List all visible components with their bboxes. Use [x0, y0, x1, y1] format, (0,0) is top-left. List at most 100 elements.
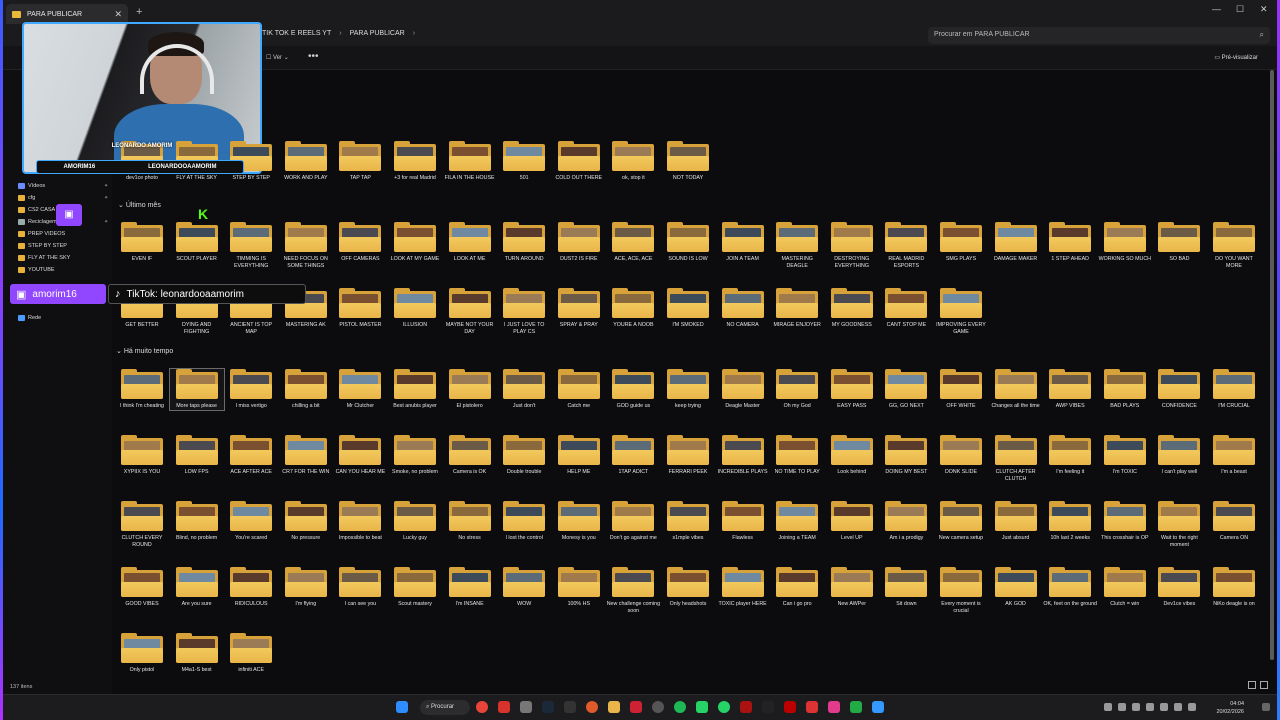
- new-tab-button[interactable]: +: [136, 6, 142, 18]
- folder-item[interactable]: Deagle Master: [716, 369, 770, 410]
- whatsapp-web-icon[interactable]: [718, 701, 730, 713]
- tiles-view-button[interactable]: [1260, 681, 1268, 689]
- spotify-icon[interactable]: [674, 701, 686, 713]
- folder-item[interactable]: New camera setup: [934, 501, 988, 542]
- obs-icon[interactable]: [586, 701, 598, 713]
- folder-item[interactable]: Scout mastery: [388, 567, 442, 608]
- folder-item[interactable]: MASTERING DEAGLE: [770, 222, 824, 270]
- folder-item[interactable]: infiniti ACE: [224, 633, 278, 674]
- folder-item[interactable]: CLUTCH AFTER CLUTCH: [989, 435, 1043, 483]
- folder-item[interactable]: +3 for real Madrid: [388, 141, 442, 182]
- preview-pane-button[interactable]: ▭ Pré-visualizar: [1214, 54, 1258, 61]
- sidebar-item-prep-videos[interactable]: PREP VIDEOS: [18, 231, 65, 237]
- whatsapp-icon[interactable]: [696, 701, 708, 713]
- taskbar-clock[interactable]: 04:04 20/02/2026: [1216, 700, 1244, 716]
- folder-item[interactable]: I'm feeling it: [1043, 435, 1097, 476]
- group-header-long-ago[interactable]: ⌄ Há muito tempo: [116, 347, 173, 355]
- folder-item[interactable]: MIRAGE ENJOYER: [770, 288, 824, 329]
- folder-item[interactable]: Level UP: [825, 501, 879, 542]
- folder-item[interactable]: You're scared: [224, 501, 278, 542]
- scrollbar-thumb[interactable]: [1270, 70, 1274, 660]
- folder-item[interactable]: Mr Clutcher: [333, 369, 387, 410]
- folder-item[interactable]: Sit down: [879, 567, 933, 608]
- folder-item[interactable]: DOING MY BEST: [879, 435, 933, 476]
- folder-item[interactable]: Flawless: [716, 501, 770, 542]
- minimize-button[interactable]: —: [1212, 4, 1221, 14]
- folder-item[interactable]: I'M SMOKED: [661, 288, 715, 329]
- folder-item[interactable]: LOW FPS: [170, 435, 224, 476]
- chrome-icon[interactable]: [476, 701, 488, 713]
- folder-item[interactable]: New AWPer: [825, 567, 879, 608]
- folder-item[interactable]: I can see you: [333, 567, 387, 608]
- sidebar-item-videos[interactable]: Vídeos ✦: [18, 183, 108, 189]
- folder-item[interactable]: M4a1-S best: [170, 633, 224, 674]
- folder-item[interactable]: Are you sure: [170, 567, 224, 608]
- folder-item[interactable]: COLD OUT THERE: [552, 141, 606, 182]
- app-icon[interactable]: [806, 701, 818, 713]
- windows-start-icon[interactable]: [396, 701, 408, 713]
- folder-item[interactable]: TURN AROUND: [497, 222, 551, 263]
- folder-item[interactable]: TIMMING IS EVERYTHING: [224, 222, 278, 270]
- folder-item[interactable]: New challenge coming soon: [606, 567, 660, 615]
- folder-item[interactable]: Lucky guy: [388, 501, 442, 542]
- folder-item[interactable]: HELP ME: [552, 435, 606, 476]
- app-icon[interactable]: [850, 701, 862, 713]
- folder-item[interactable]: 10h last 2 weeks: [1043, 501, 1097, 542]
- notifications-icon[interactable]: [1262, 703, 1270, 711]
- breadcrumb-item[interactable]: TIK TOK E REELS YT: [262, 30, 331, 37]
- folder-item[interactable]: AWP VIBES: [1043, 369, 1097, 410]
- folder-item[interactable]: I'm flying: [279, 567, 333, 608]
- folder-item[interactable]: CAN YOU HEAR ME: [333, 435, 387, 476]
- battery-icon[interactable]: [1188, 703, 1196, 711]
- app-icon[interactable]: [828, 701, 840, 713]
- folder-item[interactable]: XYPIIX IS YOU: [115, 435, 169, 476]
- folder-item[interactable]: 100% HS: [552, 567, 606, 608]
- app-icon[interactable]: [564, 701, 576, 713]
- folder-item[interactable]: CONFIDENCE: [1152, 369, 1206, 410]
- folder-item[interactable]: I'm TOXIC: [1098, 435, 1152, 476]
- folder-item[interactable]: Am i a prodigy: [879, 501, 933, 542]
- folder-item[interactable]: GOOD VIBES: [115, 567, 169, 608]
- folder-item[interactable]: Joining a TEAM: [770, 501, 824, 542]
- folder-item[interactable]: Camera is OK: [443, 435, 497, 476]
- steam-icon[interactable]: [542, 701, 554, 713]
- folder-item[interactable]: Blind, no problem: [170, 501, 224, 542]
- folder-item[interactable]: Only headshots: [661, 567, 715, 608]
- folder-item[interactable]: OK, feet on the ground: [1043, 567, 1097, 608]
- folder-item[interactable]: ACE, ACE, ACE: [606, 222, 660, 263]
- tray-icon[interactable]: [1132, 703, 1140, 711]
- close-window-button[interactable]: ✕: [1260, 4, 1268, 15]
- folder-item[interactable]: SCOUT PLAYER: [170, 222, 224, 263]
- folder-item[interactable]: I'm a beast: [1207, 435, 1261, 476]
- folder-item[interactable]: INCREDIBLE PLAYS: [716, 435, 770, 476]
- folder-item[interactable]: Double trouble: [497, 435, 551, 476]
- folder-item[interactable]: WOW: [497, 567, 551, 608]
- group-header-last-month[interactable]: ⌄ Último mês: [118, 201, 161, 209]
- folder-item[interactable]: MY GOODNESS: [825, 288, 879, 329]
- folder-item[interactable]: Changes all the time: [989, 369, 1043, 410]
- folder-item[interactable]: 1 STEP AHEAD: [1043, 222, 1097, 263]
- folder-item[interactable]: Camera ON: [1207, 501, 1261, 542]
- folder-item[interactable]: YOURE A NOOB: [606, 288, 660, 329]
- sidebar-item-rede[interactable]: Rede: [18, 315, 41, 321]
- sidebar-item-cfg[interactable]: cfg ✦: [18, 195, 108, 201]
- folder-item[interactable]: GOD guide us: [606, 369, 660, 410]
- folder-item[interactable]: I'M CRUCIAL: [1207, 369, 1261, 410]
- folder-item[interactable]: ACE AFTER ACE: [224, 435, 278, 476]
- folder-item[interactable]: No pressure: [279, 501, 333, 542]
- folder-item[interactable]: keep trying: [661, 369, 715, 410]
- folder-item[interactable]: Don't go against me: [606, 501, 660, 542]
- folder-item[interactable]: SO BAD: [1152, 222, 1206, 263]
- app-icon[interactable]: [630, 701, 642, 713]
- folder-item[interactable]: El pistolero: [443, 369, 497, 410]
- folder-item[interactable]: Every moment is crucial: [934, 567, 988, 615]
- folder-item[interactable]: DAMAGE MAKER: [989, 222, 1043, 263]
- tab-close-icon[interactable]: ✕: [114, 9, 122, 20]
- folder-item[interactable]: JOIN A TEAM: [716, 222, 770, 263]
- folder-item[interactable]: FERRARI PEEK: [661, 435, 715, 476]
- folder-item[interactable]: Look behind: [825, 435, 879, 476]
- tab-para-publicar[interactable]: PARA PUBLICAR ✕: [6, 4, 128, 24]
- folder-item[interactable]: DESTROYING EVERYTHING: [825, 222, 879, 270]
- app-icon[interactable]: [784, 701, 796, 713]
- folder-item[interactable]: 1TAP ADICT: [606, 435, 660, 476]
